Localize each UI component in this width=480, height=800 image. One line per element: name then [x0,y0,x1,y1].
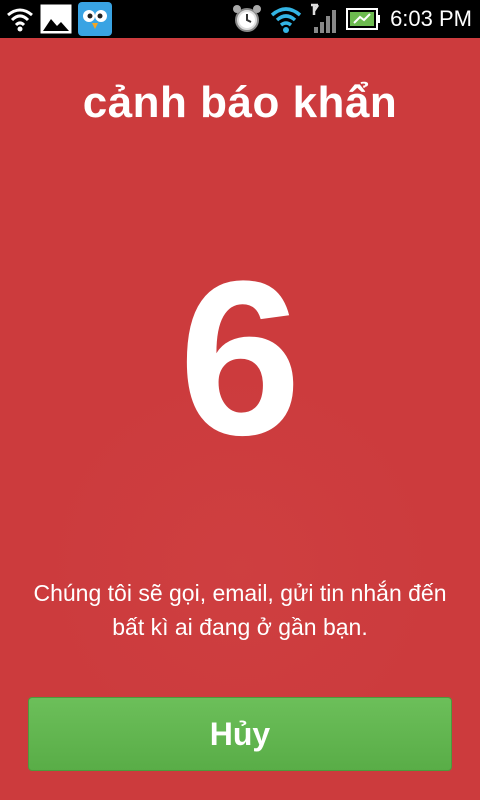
battery-icon [346,8,381,30]
status-bar-notifications [6,2,112,36]
alert-message: Chúng tôi sẽ gọi, email, gửi tin nhắn đế… [33,580,447,640]
signal-icon [311,3,337,33]
cancel-button[interactable]: Hủy [28,697,452,771]
page-title: cảnh báo khẩn [82,78,398,127]
gallery-notification-icon [40,4,72,34]
status-time: 6:03 PM [390,6,472,31]
bird-app-icon [78,2,112,36]
alarm-clock-icon [233,5,262,32]
wifi-signal-icon [270,7,302,33]
wifi-icon [7,8,33,32]
emergency-alert-screen: cảnh báo khẩn 6 Chúng tôi sẽ gọi, email,… [0,38,480,800]
countdown-number: 6 [178,235,302,481]
status-bar-system: 6:03 PM [232,2,472,36]
status-bar: 6:03 PM [0,0,480,38]
cancel-button-label: Hủy [209,715,271,752]
